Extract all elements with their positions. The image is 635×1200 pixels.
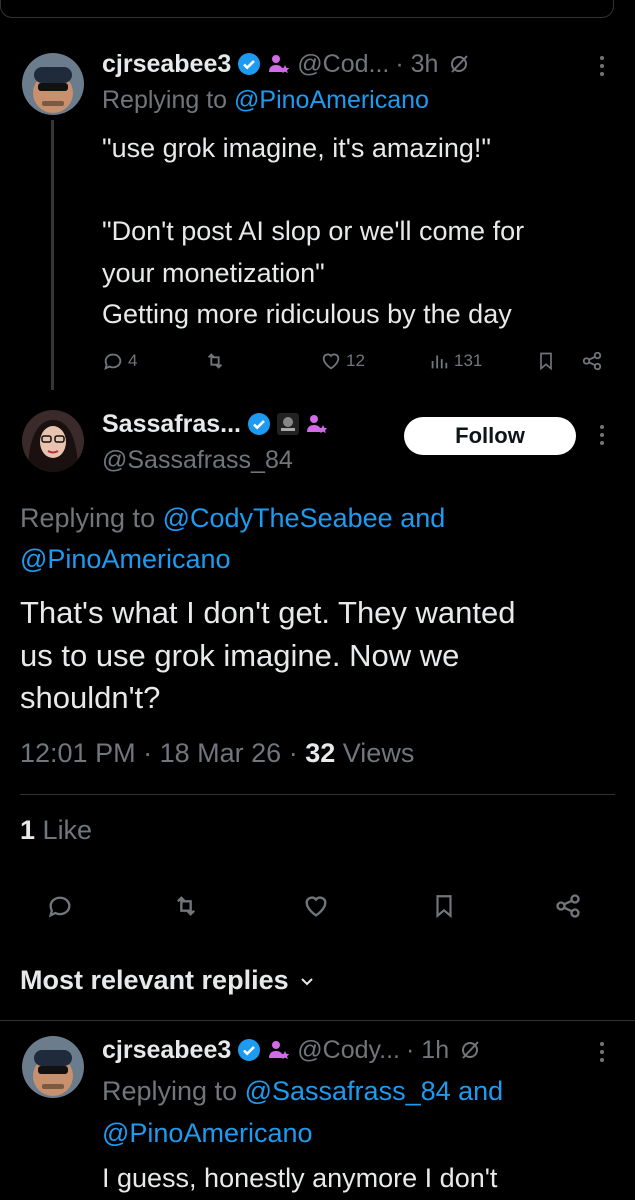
thread-line bbox=[51, 120, 54, 390]
grok-icon[interactable] bbox=[448, 53, 470, 75]
mention-link[interactable]: @PinoAmericano bbox=[20, 544, 231, 574]
like-icon[interactable] bbox=[302, 892, 330, 920]
verified-icon bbox=[238, 53, 261, 75]
mention-link[interactable]: @PinoAmericano bbox=[102, 1118, 313, 1148]
views-button[interactable]: 131 bbox=[428, 350, 482, 372]
grok-icon[interactable] bbox=[459, 1039, 481, 1061]
author-name[interactable]: Sassafras... bbox=[102, 410, 241, 439]
more-icon[interactable] bbox=[600, 425, 604, 445]
affiliate-icon bbox=[269, 1041, 290, 1060]
author-name[interactable]: cjrseabee3 bbox=[102, 1036, 231, 1065]
more-icon[interactable] bbox=[600, 1042, 604, 1062]
verified-icon bbox=[248, 413, 270, 435]
tweet-text: I guess, honestly anymore I don't bbox=[102, 1163, 498, 1193]
tweet-meta: 12:01 PM · 18 Mar 26 · 32 Views bbox=[20, 738, 415, 768]
reply-icon[interactable] bbox=[46, 892, 74, 920]
reply2-header: cjrseabee3 @Cody... · 1h bbox=[102, 1034, 481, 1066]
avatar[interactable] bbox=[22, 53, 84, 115]
reply1-header: cjrseabee3 @Cod... · 3h bbox=[102, 48, 470, 80]
like-icon bbox=[322, 353, 340, 370]
views-icon bbox=[431, 355, 448, 369]
replying-to: Replying to @Sassafrass_84 and @PinoAmer… bbox=[102, 1076, 504, 1148]
affiliate-badge-icon bbox=[277, 413, 299, 435]
share-button[interactable] bbox=[581, 350, 603, 372]
reply-button[interactable]: 4 bbox=[102, 350, 137, 372]
replying-to: Replying to @CodyTheSeabee and @PinoAmer… bbox=[20, 503, 446, 574]
affiliate-icon bbox=[269, 55, 290, 74]
likes-count: 1 bbox=[20, 815, 36, 845]
replies-sort-dropdown[interactable]: Most relevant replies bbox=[20, 965, 315, 996]
share-icon bbox=[582, 351, 602, 371]
replying-to: Replying to @PinoAmericano bbox=[102, 86, 429, 114]
bookmark-icon[interactable] bbox=[431, 892, 457, 920]
avatar[interactable] bbox=[22, 1036, 84, 1098]
post-date[interactable]: 18 Mar 26 bbox=[160, 738, 282, 768]
mention-link[interactable]: @PinoAmericano bbox=[234, 86, 429, 114]
reply-icon bbox=[104, 353, 122, 371]
main-header: Sassafras... bbox=[102, 408, 329, 440]
mention-link[interactable]: @Sassafrass_84 bbox=[245, 1076, 451, 1106]
author-handle[interactable]: @Sassafrass_84 bbox=[102, 446, 293, 475]
author-handle[interactable]: @Cod... bbox=[297, 50, 389, 79]
previous-tweet-card bbox=[0, 0, 614, 18]
bookmark-button[interactable] bbox=[536, 350, 556, 372]
more-icon[interactable] bbox=[600, 56, 604, 76]
avatar[interactable] bbox=[22, 410, 84, 472]
bookmark-icon bbox=[540, 352, 552, 371]
like-button[interactable]: 12 bbox=[320, 350, 365, 372]
follow-button[interactable]: Follow bbox=[404, 417, 576, 455]
author-handle[interactable]: @Cody... bbox=[297, 1036, 400, 1065]
chevron-down-icon bbox=[300, 977, 313, 985]
post-time[interactable]: 12:01 PM bbox=[20, 738, 136, 768]
repost-icon[interactable] bbox=[171, 892, 201, 920]
divider bbox=[20, 794, 615, 795]
author-name[interactable]: cjrseabee3 bbox=[102, 50, 231, 79]
views-count: 32 bbox=[305, 738, 336, 768]
divider bbox=[0, 1020, 635, 1021]
likes-summary[interactable]: 1 Like bbox=[20, 815, 92, 846]
affiliate-icon bbox=[307, 415, 328, 434]
tweet-text: That's what I don't get. They wanted us … bbox=[20, 595, 516, 715]
mention-link[interactable]: @CodyTheSeabee bbox=[163, 503, 393, 533]
tweet-text: "use grok imagine, it's amazing!" "Don't… bbox=[102, 133, 525, 329]
post-time[interactable]: · 1h bbox=[406, 1036, 449, 1065]
post-time[interactable]: · 3h bbox=[395, 50, 438, 79]
repost-icon bbox=[207, 353, 223, 369]
share-icon[interactable] bbox=[554, 892, 582, 920]
repost-button[interactable] bbox=[203, 350, 227, 372]
section-heading: Most relevant replies bbox=[20, 965, 289, 995]
verified-icon bbox=[238, 1039, 261, 1061]
